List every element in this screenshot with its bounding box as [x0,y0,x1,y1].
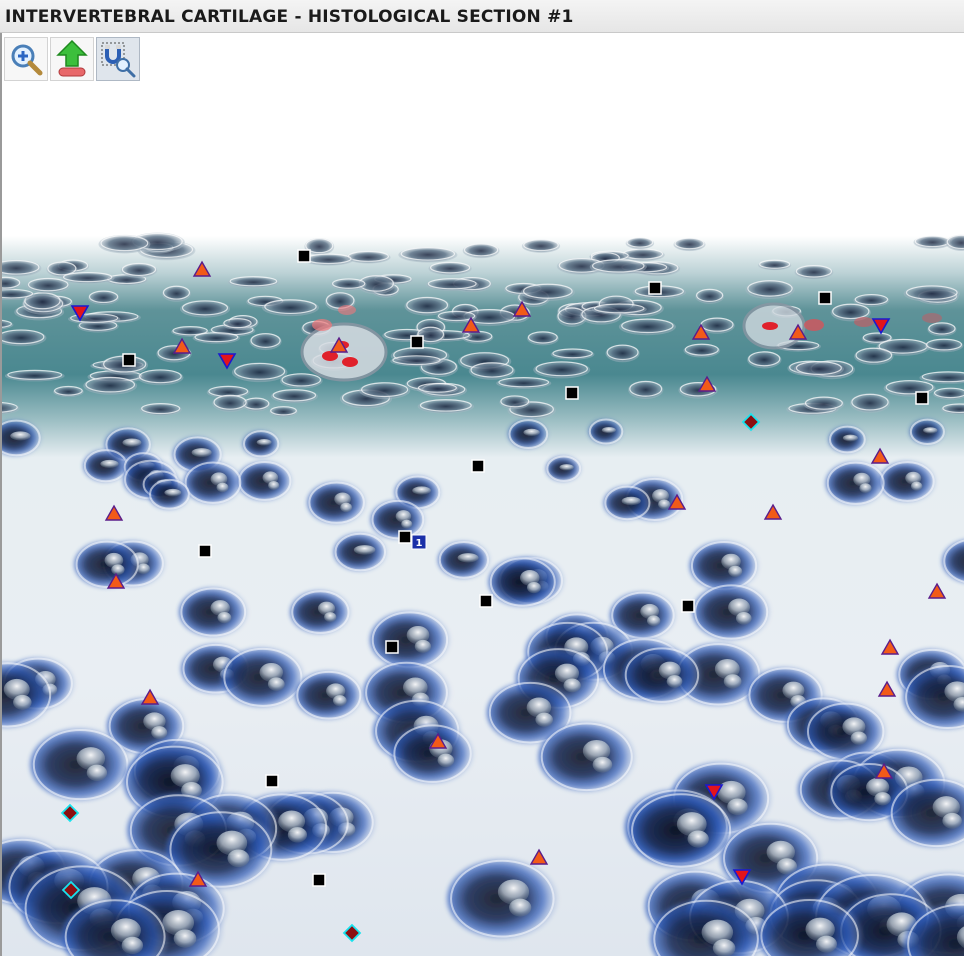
marker-square[interactable] [479,594,493,608]
image-viewer[interactable]: 1 [0,33,964,956]
magnet-select-button[interactable] [96,37,140,81]
viewer-toolbar [4,37,142,81]
marker-triangle-up[interactable] [529,848,549,865]
marker-triangle-up[interactable] [428,732,448,749]
marker-badge[interactable]: 1 [411,534,427,550]
window-title: INTERVERTEBRAL CARTILAGE - HISTOLOGICAL … [5,7,574,27]
marker-triangle-down[interactable] [871,318,891,335]
marker-triangle-up[interactable] [697,375,717,392]
marker-square[interactable] [648,281,662,295]
marker-square[interactable] [385,640,399,654]
marker-overlay: 1 [60,249,947,943]
marker-square[interactable] [818,291,832,305]
marker-square[interactable] [312,873,326,887]
app-window: INTERVERTEBRAL CARTILAGE - HISTOLOGICAL … [0,0,964,956]
marker-triangle-up[interactable] [874,762,894,779]
marker-triangle-up[interactable] [106,572,126,589]
marker-triangle-down[interactable] [70,305,90,322]
marker-triangle-up[interactable] [188,870,208,887]
marker-square[interactable] [681,599,695,613]
marker-square[interactable] [398,530,412,544]
marker-square[interactable] [565,386,579,400]
magnifier-plus-icon [11,44,43,76]
marker-triangle-up[interactable] [140,688,160,705]
marker-square[interactable] [471,459,485,473]
title-bar: INTERVERTEBRAL CARTILAGE - HISTOLOGICAL … [0,0,964,33]
zoom-in-button[interactable] [4,37,48,81]
marker-triangle-down[interactable] [732,869,752,886]
marker-triangle-up[interactable] [870,447,890,464]
marker-diamond[interactable] [342,923,362,943]
marker-triangle-up[interactable] [172,337,192,354]
marker-triangle-up[interactable] [512,300,532,317]
upload-button[interactable] [50,37,94,81]
marker-triangle-up[interactable] [329,336,349,353]
marker-triangle-down[interactable] [217,353,237,370]
marker-triangle-up[interactable] [691,323,711,340]
marker-square[interactable] [122,353,136,367]
marker-triangle-down[interactable] [704,784,724,801]
green-up-arrow-icon [56,40,88,77]
marker-badge-label: 1 [416,538,423,549]
marker-diamond[interactable] [60,803,80,823]
marker-triangle-up[interactable] [927,582,947,599]
marker-triangle-up[interactable] [461,316,481,333]
marker-square[interactable] [915,391,929,405]
marker-triangle-up[interactable] [877,680,897,697]
marker-diamond[interactable] [741,412,761,432]
marker-square[interactable] [265,774,279,788]
marker-triangle-up[interactable] [104,504,124,521]
marker-square[interactable] [297,249,311,263]
magnet-magnifier-icon [101,42,136,78]
marker-triangle-up[interactable] [788,323,808,340]
marker-triangle-up[interactable] [192,260,212,277]
marker-square[interactable] [410,335,424,349]
marker-triangle-up[interactable] [667,493,687,510]
marker-triangle-up[interactable] [880,638,900,655]
marker-triangle-up[interactable] [763,503,783,520]
marker-square[interactable] [198,544,212,558]
marker-diamond[interactable] [61,880,81,900]
